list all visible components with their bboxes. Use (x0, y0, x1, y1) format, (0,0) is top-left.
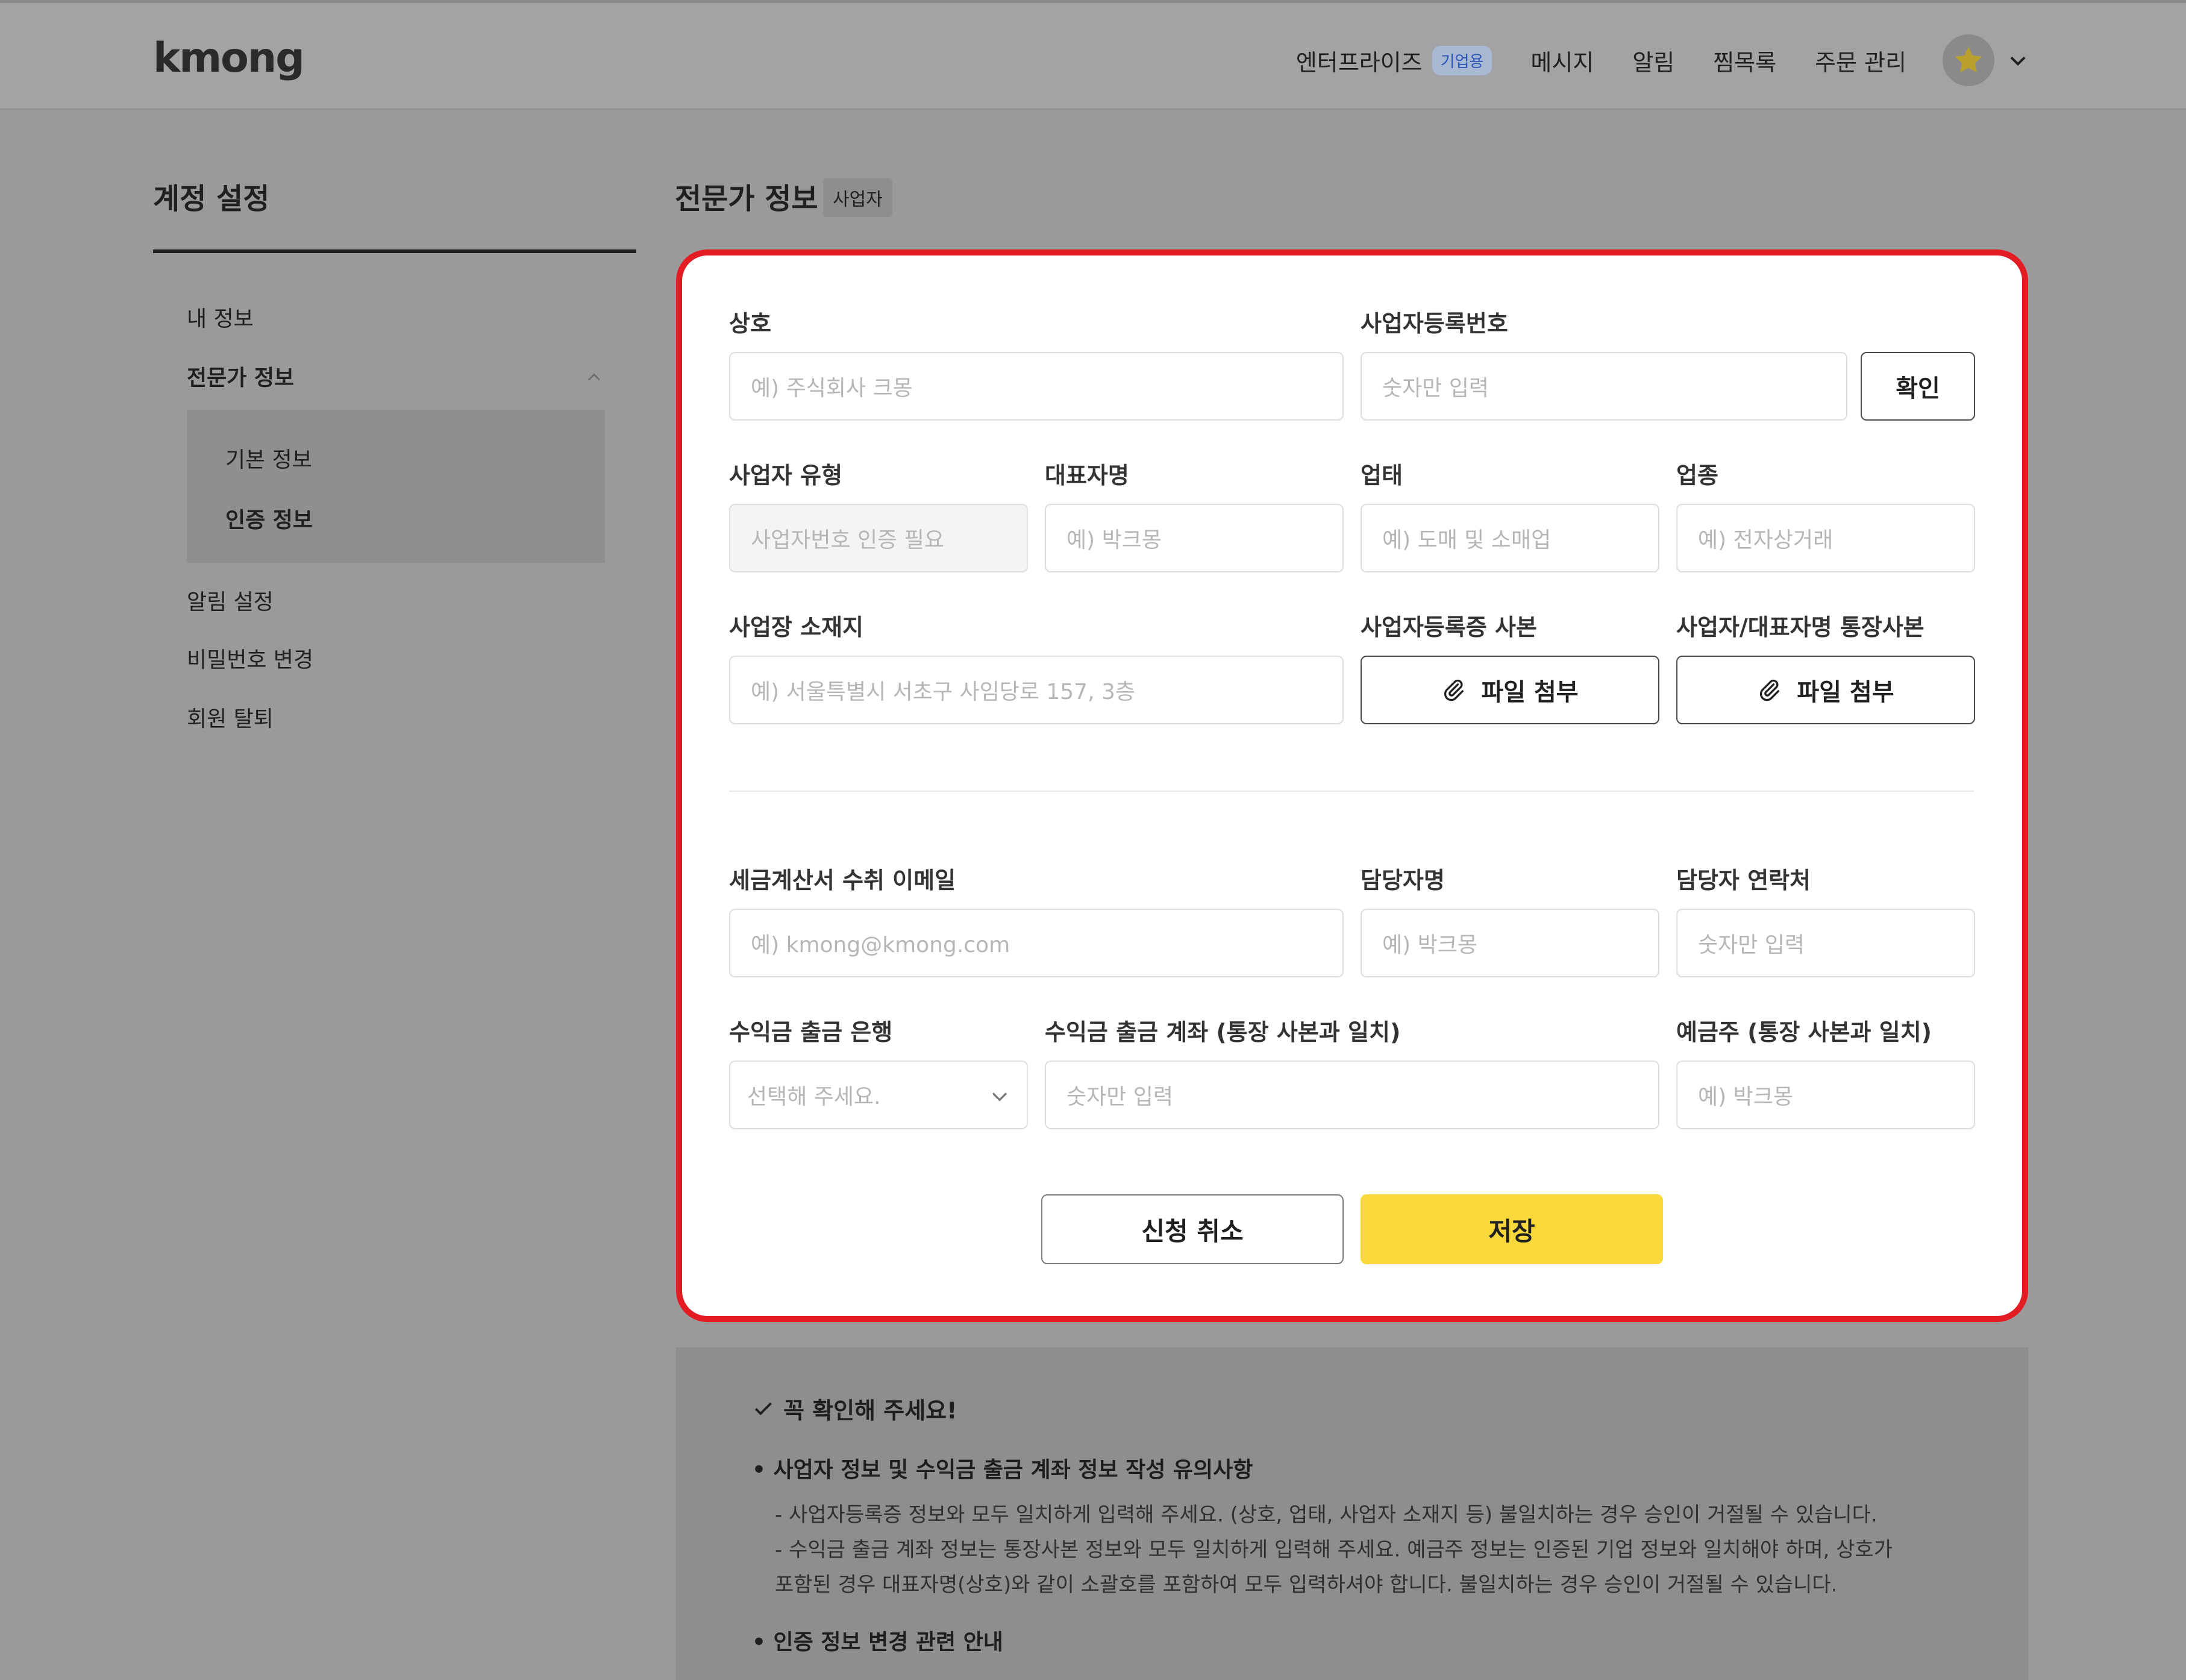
sidebar-submenu (187, 410, 605, 563)
sidebar-subitem-basic[interactable]: 기본 정보 (225, 442, 312, 474)
sidebar-item-alert-settings[interactable]: 알림 설정 (187, 585, 274, 616)
business-item-input[interactable]: 예) 전자상거래 (1676, 504, 1975, 572)
holder-label: 예금주 (통장 사본과 일치) (1676, 1019, 1932, 1045)
biz-reg-copy-label: 사업자등록증 사본 (1361, 614, 1537, 641)
biz-reg-copy-attach-button[interactable]: 파일 첨부 (1361, 656, 1659, 724)
sidebar-title: 계정 설정 (153, 182, 270, 216)
business-badge: 사업자 (823, 178, 892, 217)
bank-label: 수익금 출금 은행 (729, 1019, 893, 1045)
notice-line-3: 포함된 경우 대표자명(상호)와 같이 소괄호를 포함하여 모두 입력하셔야 합… (775, 1573, 1838, 1597)
address-input[interactable]: 예) 서울특별시 서초구 사임당로 157, 3층 (729, 656, 1344, 724)
tax-email-label: 세금계산서 수취 이메일 (729, 867, 956, 894)
manager-name-input[interactable]: 예) 박크몽 (1361, 909, 1659, 977)
bankbook-copy-attach-button[interactable]: 파일 첨부 (1676, 656, 1975, 724)
sidebar-subitem-auth[interactable]: 인증 정보 (225, 503, 313, 534)
manager-phone-label: 담당자 연락처 (1676, 867, 1811, 894)
check-icon (754, 1402, 772, 1415)
notice-section-1: • 사업자 정보 및 수익금 출금 계좌 정보 작성 유의사항 (752, 1458, 1253, 1482)
nav-enterprise[interactable]: 엔터프라이즈 기업용 (1296, 44, 1492, 77)
paperclip-icon (1444, 679, 1464, 701)
chevron-down-icon (992, 1092, 1007, 1102)
tax-email-input[interactable]: 예) kmong@kmong.com (729, 909, 1344, 977)
sidebar-item-expert-info[interactable]: 전문가 정보 (187, 360, 294, 392)
cancel-button[interactable]: 신청 취소 (1041, 1194, 1344, 1264)
sidebar-item-my-info[interactable]: 내 정보 (187, 301, 254, 333)
sidebar-item-withdraw[interactable]: 회원 탈퇴 (187, 701, 274, 733)
notice-line-1: - 사업자등록증 정보와 모두 일치하게 입력해 주세요. (상호, 업태, 사… (775, 1503, 1878, 1527)
holder-input[interactable]: 예) 박크몽 (1676, 1061, 1975, 1129)
biz-reg-copy-attach-label: 파일 첨부 (1481, 679, 1579, 706)
biz-reg-no-label: 사업자등록번호 (1361, 310, 1508, 337)
business-category-label: 업태 (1361, 462, 1403, 489)
address-label: 사업장 소재지 (729, 614, 863, 641)
confirm-button[interactable]: 확인 (1861, 352, 1975, 421)
sidebar-item-password[interactable]: 비밀번호 변경 (187, 642, 313, 674)
star-icon (1955, 46, 1982, 73)
notice-box: 꼭 확인해 주세요! • 사업자 정보 및 수익금 출금 계좌 정보 작성 유의… (676, 1347, 2028, 1680)
paperclip-icon (1760, 679, 1780, 701)
biz-type-input: 사업자번호 인증 필요 (729, 504, 1028, 572)
business-category-input[interactable]: 예) 도매 및 소매업 (1361, 504, 1659, 572)
business-item-label: 업종 (1676, 462, 1718, 489)
manager-name-label: 담당자명 (1361, 867, 1445, 894)
chevron-down-icon[interactable] (2006, 49, 2029, 72)
bankbook-copy-attach-label: 파일 첨부 (1797, 679, 1894, 706)
bank-select-value: 선택해 주세요. (747, 1085, 881, 1109)
company-name-label: 상호 (729, 310, 771, 337)
avatar[interactable] (1943, 34, 1994, 86)
bank-select[interactable]: 선택해 주세요. (729, 1061, 1028, 1129)
nav-enterprise-label: 엔터프라이즈 (1295, 49, 1423, 76)
enterprise-badge: 기업용 (1432, 45, 1492, 75)
nav-wishlist[interactable]: 찜목록 (1713, 44, 1776, 77)
save-button[interactable]: 저장 (1361, 1194, 1663, 1264)
form-divider (729, 791, 1974, 792)
chevron-up-icon[interactable] (583, 366, 605, 388)
account-label: 수익금 출금 계좌 (통장 사본과 일치) (1045, 1019, 1401, 1045)
biz-type-label: 사업자 유형 (729, 462, 843, 489)
manager-phone-input[interactable]: 숫자만 입력 (1676, 909, 1975, 977)
notice-line-2: - 수익금 출금 계좌 정보는 통장사본 정보와 모두 일치하게 입력해 주세요… (775, 1538, 1893, 1562)
bankbook-copy-label: 사업자/대표자명 통장사본 (1676, 614, 1924, 641)
notice-title: 꼭 확인해 주세요! (752, 1392, 957, 1425)
ceo-name-input[interactable]: 예) 박크몽 (1045, 504, 1344, 572)
nav-alerts[interactable]: 알림 (1632, 44, 1674, 77)
biz-reg-no-input[interactable]: 숫자만 입력 (1361, 352, 1847, 421)
top-bar: kmong 엔터프라이즈 기업용 메시지 알림 찜목록 주문 관리 (0, 0, 2186, 110)
logo[interactable]: kmong (153, 34, 305, 82)
nav-orders[interactable]: 주문 관리 (1815, 44, 1906, 77)
notice-section-2: • 인증 정보 변경 관련 안내 (752, 1630, 1003, 1655)
ceo-name-label: 대표자명 (1045, 462, 1129, 489)
account-input[interactable]: 숫자만 입력 (1045, 1061, 1659, 1129)
sidebar-divider (153, 249, 636, 253)
company-name-input[interactable]: 예) 주식회사 크몽 (729, 352, 1344, 421)
notice-title-text: 꼭 확인해 주세요! (783, 1397, 957, 1424)
top-nav: 엔터프라이즈 기업용 메시지 알림 찜목록 주문 관리 (1257, 33, 2029, 87)
nav-messages[interactable]: 메시지 (1530, 44, 1594, 77)
page-title: 전문가 정보 (675, 182, 818, 216)
